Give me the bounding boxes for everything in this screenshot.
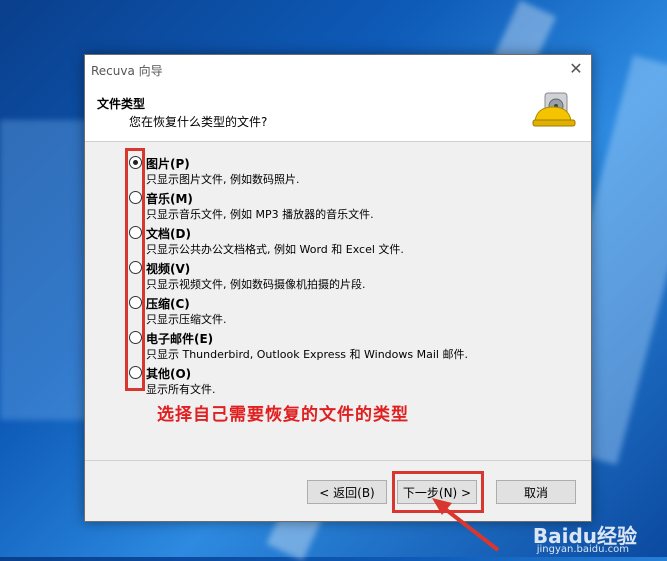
watermark-url: jingyan.baidu.com xyxy=(536,544,629,555)
pointer-arrow-icon xyxy=(432,498,500,552)
